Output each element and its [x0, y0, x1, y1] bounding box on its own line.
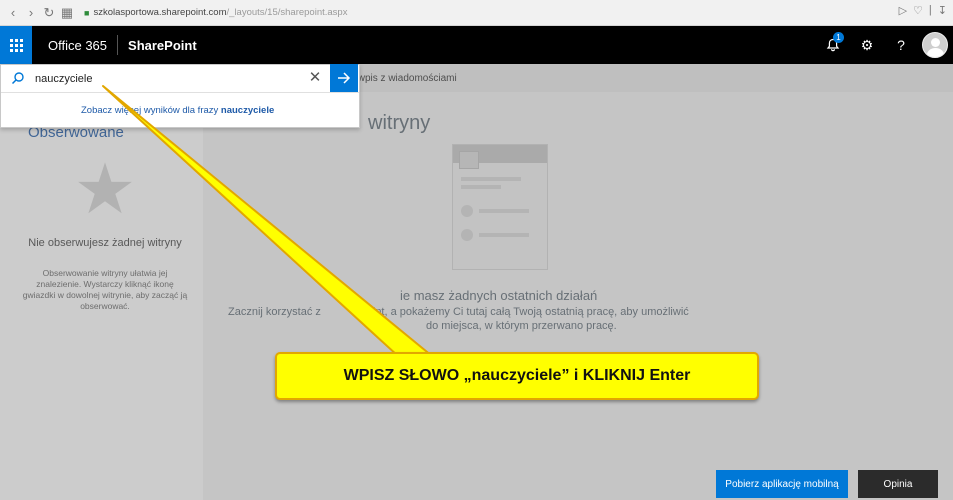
download-icon[interactable]: ↧ [938, 4, 947, 17]
forward-icon[interactable]: › [22, 4, 40, 22]
office-brand[interactable]: Office 365 [48, 38, 107, 53]
search-row: ✕ [1, 65, 359, 93]
divider: | [928, 4, 932, 16]
more-results-link[interactable]: Zobacz więcej wyników dla frazy nauczyci… [81, 105, 274, 116]
search-submit-button[interactable] [330, 64, 358, 92]
app-title[interactable]: SharePoint [128, 38, 197, 53]
lock-icon: ■ [84, 7, 90, 18]
clear-search-icon[interactable]: ✕ [306, 69, 324, 87]
tabs-grid-icon[interactable]: ▦ [58, 4, 76, 22]
share-icon[interactable]: ▷ [899, 4, 907, 17]
url-host: szkolasportowa.sharepoint.com [93, 7, 227, 18]
back-icon[interactable]: ‹ [4, 4, 22, 22]
favorite-icon[interactable]: ♡ [913, 4, 923, 17]
suite-bar: Office 365 SharePoint 1 ⚙ ? [0, 26, 953, 64]
notifications-bell-icon[interactable]: 1 [816, 26, 850, 64]
instruction-callout: WPISZ SŁOWO „nauczyciele” i KLIKNIJ Ente… [275, 352, 759, 400]
more-results-term: nauczyciele [220, 105, 275, 116]
app-launcher-icon[interactable] [0, 26, 32, 64]
reload-icon[interactable]: ↻ [40, 4, 58, 22]
address-bar[interactable]: ■ szkolasportowa.sharepoint.com /_layout… [82, 7, 347, 18]
dim-overlay [0, 64, 953, 500]
search-icon [11, 71, 25, 85]
get-mobile-app-button[interactable]: Pobierz aplikację mobilną [716, 470, 848, 498]
divider [117, 35, 119, 55]
feedback-button[interactable]: Opinia [858, 470, 938, 498]
help-icon[interactable]: ? [884, 26, 918, 64]
more-results-prefix: Zobacz więcej wyników dla frazy [81, 105, 219, 116]
search-input[interactable] [35, 70, 285, 88]
url-path: /_layouts/15/sharepoint.aspx [226, 7, 348, 18]
search-panel: ✕ Zobacz więcej wyników dla frazy nauczy… [0, 64, 360, 128]
settings-gear-icon[interactable]: ⚙ [850, 26, 884, 64]
notification-badge: 1 [833, 32, 844, 43]
avatar[interactable] [922, 32, 948, 58]
browser-toolbar: ‹ › ↻ ▦ ■ szkolasportowa.sharepoint.com … [0, 0, 953, 26]
